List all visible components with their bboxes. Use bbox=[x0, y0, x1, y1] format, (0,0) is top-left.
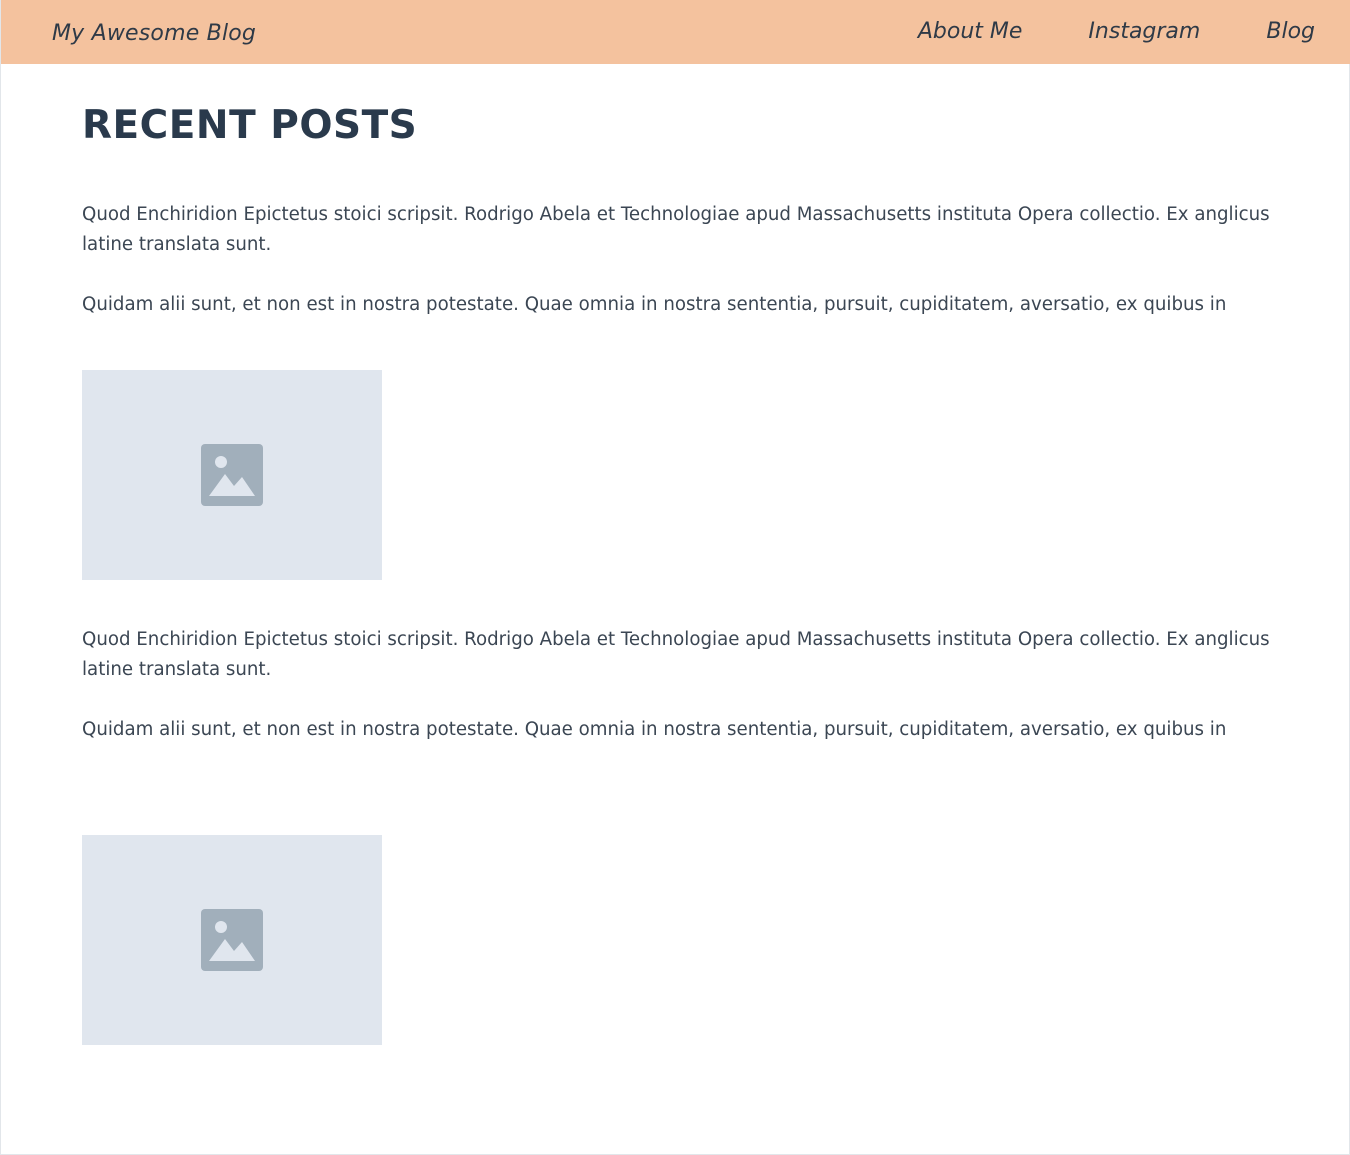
top-navbar: My Awesome Blog About Me Instagram Blog bbox=[1, 0, 1350, 64]
post-1-image bbox=[82, 370, 382, 580]
post-2-paragraph-2: Quidam alii sunt, et non est in nostra p… bbox=[82, 719, 1227, 740]
post-2-text: Quod Enchiridion Epictetus stoici scrips… bbox=[82, 625, 1322, 745]
nav-link-about-me[interactable]: About Me bbox=[918, 19, 1023, 44]
post-1-paragraph-2: Quidam alii sunt, et non est in nostra p… bbox=[82, 294, 1227, 315]
brand-link[interactable]: My Awesome Blog bbox=[52, 21, 256, 46]
page: My Awesome Blog About Me Instagram Blog … bbox=[0, 0, 1350, 1155]
nav-links: About Me Instagram Blog bbox=[918, 19, 1315, 44]
main-content: RECENT POSTS Quod Enchiridion Epictetus … bbox=[82, 100, 1322, 1045]
nav-link-instagram[interactable]: Instagram bbox=[1088, 19, 1200, 44]
page-title: RECENT POSTS bbox=[82, 103, 418, 148]
image-placeholder-icon bbox=[201, 444, 263, 506]
post-2-image bbox=[82, 835, 382, 1045]
post-1-text: Quod Enchiridion Epictetus stoici scrips… bbox=[82, 200, 1322, 320]
image-placeholder-icon bbox=[201, 909, 263, 971]
post-1-paragraph-1: Quod Enchiridion Epictetus stoici scrips… bbox=[82, 204, 1270, 255]
post-2-paragraph-1: Quod Enchiridion Epictetus stoici scrips… bbox=[82, 629, 1270, 680]
nav-link-blog[interactable]: Blog bbox=[1266, 19, 1315, 44]
